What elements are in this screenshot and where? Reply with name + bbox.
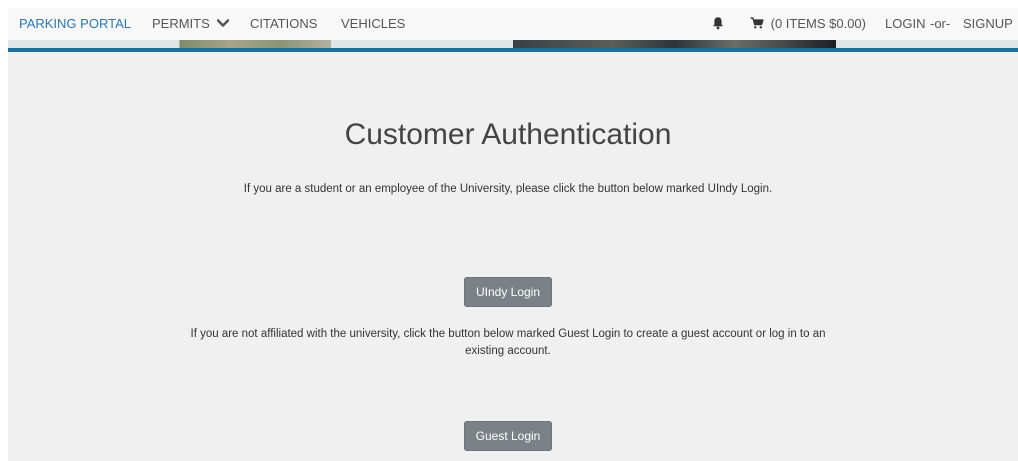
login-link[interactable]: LOGIN <box>885 17 925 31</box>
permits-label: PERMITS <box>152 16 210 31</box>
page-frame: PARKING PORTAL PERMITS CITATIONS VEHICLE… <box>8 8 1018 461</box>
student-instructions: If you are a student or an employee of t… <box>243 183 773 195</box>
page-title: Customer Authentication <box>344 118 672 151</box>
cart-link[interactable]: (0 ITEMS $0.00) <box>750 17 866 31</box>
brand-link[interactable]: PARKING PORTAL <box>19 17 131 31</box>
citations-link[interactable]: CITATIONS <box>250 17 317 31</box>
guest-login-button[interactable]: Guest Login <box>464 421 552 451</box>
cart-summary: (0 ITEMS $0.00) <box>770 16 866 31</box>
chevron-down-icon <box>217 19 230 27</box>
undy-login-button[interactable]: UIndy Login <box>464 277 552 307</box>
top-navbar: PARKING PORTAL PERMITS CITATIONS VEHICLE… <box>8 8 1018 40</box>
cart-icon <box>750 17 764 29</box>
or-separator: -or- <box>930 16 951 31</box>
vehicles-link[interactable]: VEHICLES <box>341 17 405 31</box>
permits-menu[interactable]: PERMITS <box>152 16 230 31</box>
guest-instructions: If you are not affiliated with the unive… <box>190 328 826 357</box>
signup-link[interactable]: SIGNUP <box>963 17 1013 31</box>
bell-icon[interactable] <box>711 16 725 30</box>
header-banner-strip <box>8 40 1018 52</box>
